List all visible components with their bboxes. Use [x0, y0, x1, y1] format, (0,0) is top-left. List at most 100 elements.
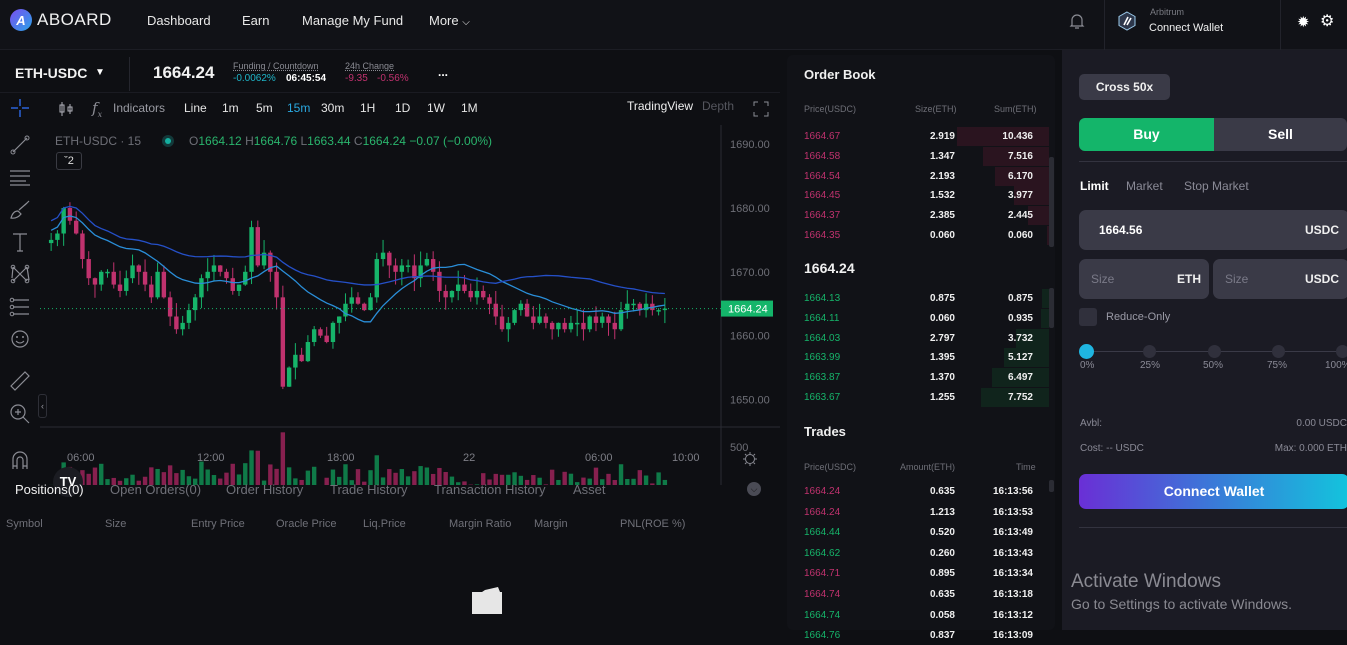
trade-amount: 1.213 — [930, 507, 955, 518]
ask-size: 2.193 — [930, 171, 955, 182]
candle-body — [293, 355, 297, 368]
price-axis-label: 1670.00 — [730, 267, 770, 279]
text-tool-icon[interactable] — [9, 231, 31, 253]
bid-row[interactable]: 1664.110.0600.935 — [787, 309, 1055, 328]
slider-mark-50[interactable] — [1208, 345, 1221, 358]
fullscreen-icon[interactable] — [753, 101, 769, 117]
price-chart[interactable]: 1690.001680.001670.001660.001650.0050016… — [40, 125, 780, 485]
brand-logo[interactable]: A ABOARD — [10, 9, 112, 31]
trade-row[interactable]: 1664.440.52016:13:49 — [787, 523, 1055, 542]
ask-row[interactable]: 1664.581.3477.516 — [787, 147, 1055, 166]
arbitrum-network-icon[interactable] — [1118, 11, 1136, 31]
fib-retracement-icon[interactable] — [9, 296, 31, 318]
view-tradingview[interactable]: TradingView — [627, 99, 693, 113]
nav-more[interactable]: More ⌵ — [429, 13, 470, 28]
buy-tab[interactable]: Buy — [1079, 118, 1214, 151]
tab-asset[interactable]: Asset — [573, 482, 606, 497]
trade-row[interactable]: 1664.710.89516:13:34 — [787, 564, 1055, 583]
trade-row[interactable]: 1664.241.21316:13:53 — [787, 503, 1055, 522]
drawing-toolbar — [0, 93, 38, 483]
ask-row[interactable]: 1664.672.91910.436 — [787, 127, 1055, 146]
ask-row[interactable]: 1664.542.1936.170 — [787, 167, 1055, 186]
candle-body — [287, 368, 291, 387]
magnet-icon[interactable] — [9, 449, 31, 471]
divider — [1079, 161, 1347, 162]
price-input[interactable]: 1664.56 USDC — [1079, 210, 1347, 250]
ask-row[interactable]: 1664.451.5323.977 — [787, 186, 1055, 205]
depth-bar — [1041, 309, 1049, 328]
bid-row[interactable]: 1663.991.3955.127 — [787, 348, 1055, 367]
order-type-limit[interactable]: Limit — [1080, 179, 1109, 193]
column-header: Symbol — [6, 518, 43, 530]
theme-toggle-sun-icon[interactable]: ✹ — [1297, 13, 1310, 31]
market-pair-selector[interactable]: ETH-USDC — [15, 65, 87, 81]
interval-1m-month[interactable]: 1M — [461, 101, 478, 115]
interval-30m[interactable]: 30m — [321, 101, 344, 115]
expand-chevron-icon[interactable]: ⌵ — [747, 482, 761, 496]
tab-transaction-history[interactable]: Transaction History — [434, 482, 546, 497]
nav-manage-my-fund[interactable]: Manage My Fund — [302, 13, 403, 28]
view-depth[interactable]: Depth — [702, 99, 734, 113]
candlestick-type-icon[interactable] — [58, 101, 74, 117]
bid-row[interactable]: 1663.871.3706.497 — [787, 368, 1055, 387]
indicators-collapse-toggle[interactable]: ˇ2 — [56, 152, 82, 170]
pattern-tool-icon[interactable] — [9, 263, 31, 285]
bid-row[interactable]: 1663.671.2557.752 — [787, 388, 1055, 407]
crosshair-icon[interactable] — [9, 97, 31, 119]
trade-row[interactable]: 1664.620.26016:13:43 — [787, 544, 1055, 563]
tab-positions[interactable]: Positions(0) — [15, 482, 84, 497]
order-type-stop-market[interactable]: Stop Market — [1184, 179, 1249, 193]
more-options-icon[interactable]: ... — [438, 65, 448, 79]
order-type-market[interactable]: Market — [1126, 179, 1163, 193]
trend-line-icon[interactable] — [9, 134, 31, 156]
bid-price: 1663.87 — [804, 372, 840, 383]
interval-1w[interactable]: 1W — [427, 101, 445, 115]
bid-row[interactable]: 1664.032.7973.732 — [787, 329, 1055, 348]
zoom-in-icon[interactable] — [9, 403, 31, 425]
trade-row[interactable]: 1664.740.63516:13:18 — [787, 585, 1055, 604]
tab-trade-history[interactable]: Trade History — [330, 482, 408, 497]
ask-size: 2.919 — [930, 131, 955, 142]
settings-gear-icon[interactable]: ⚙ — [1320, 11, 1334, 31]
brush-icon[interactable] — [9, 199, 31, 221]
slider-mark-100[interactable] — [1336, 345, 1347, 358]
indicators-fx-icon[interactable]: fx — [92, 99, 102, 119]
interval-15m[interactable]: 15m — [287, 101, 310, 115]
indicators-button[interactable]: Indicators — [113, 101, 165, 115]
interval-1d[interactable]: 1D — [395, 101, 410, 115]
interval-1h[interactable]: 1H — [360, 101, 375, 115]
connect-wallet-link[interactable]: Connect Wallet — [1149, 22, 1223, 34]
interval-5m[interactable]: 5m — [256, 101, 273, 115]
interval-1m[interactable]: 1m — [222, 101, 239, 115]
margin-mode-button[interactable]: Cross 50x — [1079, 74, 1170, 100]
collapse-toolbar-button[interactable]: ‹ — [38, 394, 47, 418]
nav-dashboard[interactable]: Dashboard — [147, 13, 211, 28]
connect-wallet-button[interactable]: Connect Wallet — [1079, 474, 1347, 509]
caret-down-icon[interactable]: ▼ — [95, 67, 105, 78]
trade-row[interactable]: 1664.240.63516:13:56 — [787, 482, 1055, 501]
notification-bell-icon[interactable] — [1068, 12, 1086, 32]
trade-row[interactable]: 1664.740.05816:13:12 — [787, 606, 1055, 625]
size-slider-handle[interactable] — [1079, 344, 1094, 359]
ask-row[interactable]: 1664.372.3852.445 — [787, 206, 1055, 225]
size-usdc-input[interactable]: Size USDC — [1213, 259, 1347, 299]
slider-mark-75[interactable] — [1272, 345, 1285, 358]
sell-tab[interactable]: Sell — [1214, 118, 1347, 151]
ask-size: 1.347 — [930, 151, 955, 162]
slider-mark-25[interactable] — [1143, 345, 1156, 358]
reduce-only-checkbox[interactable] — [1079, 308, 1097, 326]
bid-sum: 6.497 — [1008, 372, 1033, 383]
ask-sum: 0.060 — [1008, 230, 1033, 241]
trade-row[interactable]: 1664.760.83716:13:09 — [787, 626, 1055, 645]
chart-settings-icon[interactable] — [742, 451, 758, 467]
nav-earn[interactable]: Earn — [242, 13, 269, 28]
tab-open-orders[interactable]: Open Orders(0) — [110, 482, 201, 497]
bid-row[interactable]: 1664.130.8750.875 — [787, 289, 1055, 308]
interval-line[interactable]: Line — [184, 101, 207, 115]
horizontal-lines-icon[interactable] — [9, 166, 31, 188]
ask-row[interactable]: 1664.350.0600.060 — [787, 226, 1055, 245]
size-eth-input[interactable]: Size ETH — [1079, 259, 1209, 299]
tab-order-history[interactable]: Order History — [226, 482, 303, 497]
emoji-icon[interactable] — [9, 328, 31, 350]
ruler-icon[interactable] — [9, 370, 31, 392]
